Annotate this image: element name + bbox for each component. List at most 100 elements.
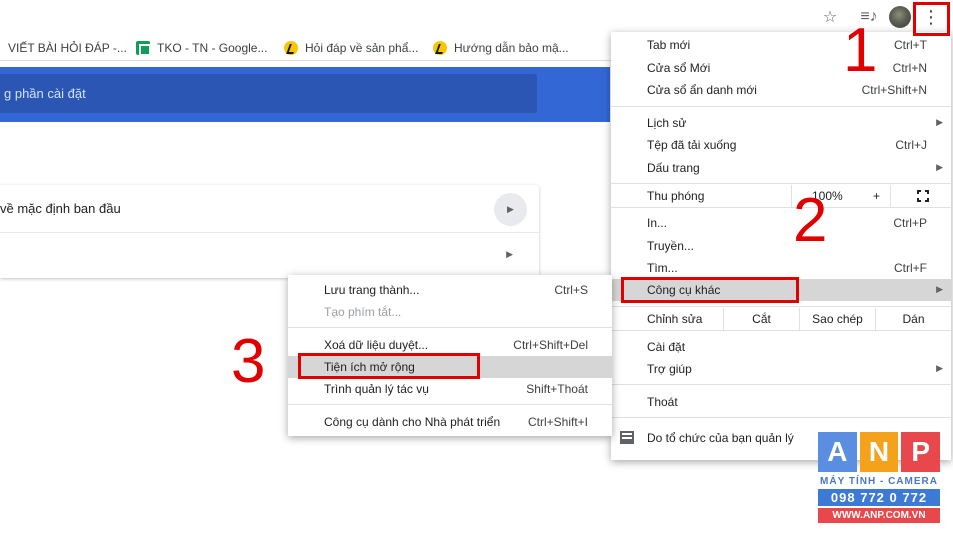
profile-avatar[interactable]	[889, 6, 911, 28]
menu-divider	[611, 106, 951, 107]
logo-url: WWW.ANP.COM.VN	[818, 508, 940, 523]
anp-watermark-logo: A N P MÁY TÍNH - CAMERA 098 772 0 772 WW…	[818, 432, 941, 524]
bookmark-star-icon[interactable]: ☆	[819, 5, 841, 29]
submenu-item-save-page[interactable]: Lưu trang thành... Ctrl+S	[288, 279, 612, 301]
bookmarks-bar: VIẾT BÀI HỎI ĐÁP -... TKO - TN - Google.…	[0, 34, 612, 61]
paste-label: Dán	[902, 312, 925, 326]
bookmark-item[interactable]: Hỏi đáp về sản phẩ...	[284, 34, 418, 61]
bookmark-item[interactable]: TKO - TN - Google...	[136, 34, 267, 61]
menu-item-new-window[interactable]: Cửa sổ Mới Ctrl+N	[611, 57, 951, 79]
browser-toolbar: ☆ ≡♪ ⋮	[0, 0, 953, 34]
highlight-box-extensions	[298, 353, 480, 379]
step-number-1: 1	[843, 16, 878, 85]
menu-item-shortcut: Ctrl+Shift+Del	[513, 338, 588, 352]
settings-card: về mặc định ban đầu ▶ ▶	[0, 185, 539, 278]
menu-item-label: Lưu trang thành...	[324, 283, 420, 297]
submenu-item-create-shortcut: Tạo phím tắt...	[288, 301, 612, 323]
menu-item-print[interactable]: In... Ctrl+P	[611, 212, 951, 234]
menu-item-bookmarks[interactable]: Dấu trang ▶	[611, 157, 951, 179]
menu-item-shortcut: Ctrl+Shift+N	[861, 83, 927, 97]
menu-item-shortcut: Ctrl+F	[894, 261, 927, 275]
menu-item-edit: Chỉnh sửa Cắt Sao chép Dán	[611, 308, 951, 330]
highlight-box-more-button	[913, 2, 950, 36]
menu-item-downloads[interactable]: Tệp đã tải xuống Ctrl+J	[611, 134, 951, 156]
menu-item-incognito-window[interactable]: Cửa sổ ẩn danh mới Ctrl+Shift+N	[611, 79, 951, 101]
search-placeholder: g phần cài đặt	[4, 86, 86, 101]
fullscreen-icon[interactable]	[917, 190, 929, 202]
menu-item-history[interactable]: Lịch sử ▶	[611, 112, 951, 134]
menu-item-label: Công cụ dành cho Nhà phát triển	[324, 415, 501, 429]
menu-item-label: Truyền...	[647, 239, 694, 253]
menu-item-label: Chỉnh sửa	[647, 312, 703, 326]
menu-item-label: Trình quản lý tác vụ	[324, 382, 429, 396]
bookmark-item[interactable]: Hướng dẫn bảo mậ...	[433, 34, 569, 61]
bookmark-label: Hướng dẫn bảo mậ...	[454, 40, 569, 55]
menu-item-help[interactable]: Trợ giúp ▶	[611, 358, 951, 380]
settings-search-input[interactable]: g phần cài đặt	[0, 74, 537, 113]
menu-item-exit[interactable]: Thoát	[611, 391, 951, 413]
logo-tagline: MÁY TÍNH - CAMERA	[820, 476, 938, 487]
menu-item-label: Tạo phím tắt...	[324, 305, 402, 319]
menu-item-shortcut: Ctrl+N	[892, 61, 927, 75]
runner-icon	[284, 40, 298, 55]
chevron-right-icon[interactable]: ▶	[494, 193, 527, 226]
menu-item-find[interactable]: Tìm... Ctrl+F	[611, 257, 951, 279]
settings-row[interactable]: ▶	[0, 232, 539, 278]
reset-row-label: về mặc định ban đầu	[0, 200, 121, 216]
menu-item-shortcut: Ctrl+S	[554, 283, 588, 297]
logo-letters: A N P	[818, 432, 941, 472]
menu-item-label: Xoá dữ liệu duyệt...	[324, 338, 429, 352]
bookmark-label: Hỏi đáp về sản phẩ...	[305, 40, 419, 55]
logo-letter: N	[859, 432, 899, 472]
menu-item-label: Dấu trang	[647, 161, 700, 175]
menu-item-cast[interactable]: Truyền...	[611, 235, 951, 257]
menu-item-settings[interactable]: Cài đặt	[611, 336, 951, 358]
menu-item-shortcut: Ctrl+J	[895, 138, 927, 152]
menu-item-zoom: Thu phóng 100% +	[611, 185, 951, 207]
chrome-main-menu: Tab mới Ctrl+T Cửa sổ Mới Ctrl+N Cửa sổ …	[611, 32, 951, 460]
zoom-in-button[interactable]: +	[873, 189, 880, 203]
logo-letter: A	[818, 432, 857, 472]
menu-item-label: Thu phóng	[647, 189, 705, 203]
bookmark-item[interactable]: VIẾT BÀI HỎI ĐÁP -...	[8, 34, 127, 61]
cut-label: Cắt	[752, 312, 771, 326]
menu-item-shortcut: Ctrl+P	[893, 216, 927, 230]
copy-label: Sao chép	[812, 312, 863, 326]
menu-item-label: Do tổ chức của bạn quản lý	[647, 431, 794, 445]
bookmark-label: TKO - TN - Google...	[157, 40, 268, 55]
step-number-3: 3	[231, 327, 266, 396]
menu-item-label: Cài đặt	[647, 340, 686, 354]
menu-divider	[288, 404, 612, 405]
building-icon	[620, 431, 634, 444]
menu-item-shortcut: Ctrl+Shift+I	[527, 415, 588, 429]
menu-divider	[611, 417, 951, 418]
menu-item-label: Cửa sổ ẩn danh mới	[647, 83, 757, 97]
menu-divider	[611, 306, 951, 307]
runner-icon	[433, 40, 447, 55]
chevron-right-icon: ▶	[936, 117, 943, 127]
logo-phone: 098 772 0 772	[818, 489, 940, 506]
menu-item-label: In...	[647, 216, 668, 230]
paste-button[interactable]: Dán	[875, 308, 951, 330]
copy-button[interactable]: Sao chép	[799, 308, 875, 330]
menu-item-label: Cửa sổ Mới	[647, 61, 711, 75]
reset-settings-row[interactable]: về mặc định ban đầu ▶	[0, 185, 539, 231]
chevron-right-icon: ▶	[936, 363, 943, 373]
menu-item-label: Lịch sử	[647, 116, 687, 130]
step-number-2: 2	[793, 186, 828, 255]
logo-letter: P	[901, 432, 941, 472]
menu-divider	[288, 327, 612, 328]
submenu-item-task-manager[interactable]: Trình quản lý tác vụ Shift+Thoát	[288, 378, 612, 400]
menu-divider	[611, 330, 951, 331]
cut-button[interactable]: Cắt	[723, 308, 799, 330]
menu-item-new-tab[interactable]: Tab mới Ctrl+T	[611, 34, 951, 56]
menu-item-label: Tab mới	[647, 38, 691, 52]
menu-item-shortcut: Shift+Thoát	[526, 382, 588, 396]
chevron-right-icon: ▶	[936, 162, 943, 172]
menu-divider	[611, 183, 951, 184]
menu-item-label: Trợ giúp	[647, 362, 692, 376]
submenu-item-developer-tools[interactable]: Công cụ dành cho Nhà phát triển Ctrl+Shi…	[288, 411, 612, 433]
menu-divider	[611, 207, 951, 208]
menu-item-label: Tìm...	[647, 261, 678, 275]
bookmark-label: VIẾT BÀI HỎI ĐÁP -...	[8, 40, 127, 55]
